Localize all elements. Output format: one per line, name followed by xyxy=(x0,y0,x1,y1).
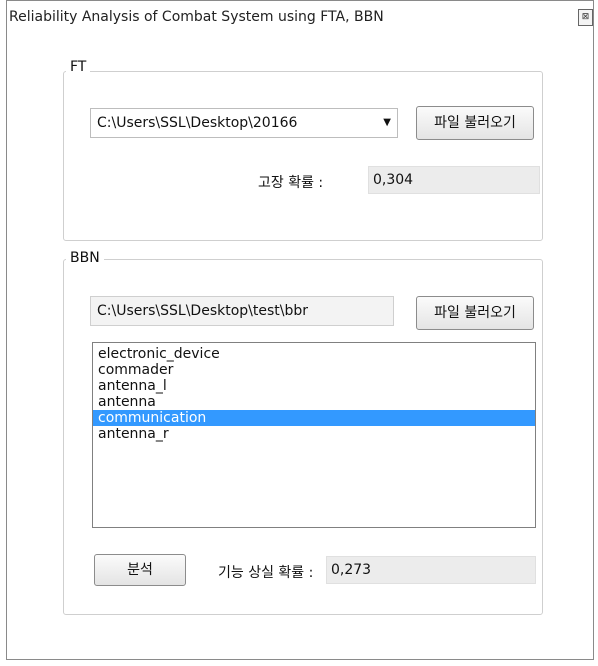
bbn-group: BBN C:\Users\SSL\Desktop\test\bbr 파일 불러오… xyxy=(63,250,543,615)
failure-probability-label: 고장 확률 : xyxy=(258,175,324,191)
list-item[interactable]: commader xyxy=(93,362,535,378)
list-item[interactable]: antenna_l xyxy=(93,378,535,394)
ft-group: FT C:\Users\SSL\Desktop\20166 ▼ 파일 불러오기 … xyxy=(63,59,543,241)
ft-load-file-button[interactable]: 파일 불러오기 xyxy=(416,106,534,140)
window-title: Reliability Analysis of Combat System us… xyxy=(9,9,384,25)
ft-group-label: FT xyxy=(66,59,91,75)
title-bar: Reliability Analysis of Combat System us… xyxy=(7,1,593,35)
failure-probability-value: 0,304 xyxy=(368,166,540,194)
ft-file-path-value: C:\Users\SSL\Desktop\20166 xyxy=(97,115,298,131)
bbn-load-file-button[interactable]: 파일 불러오기 xyxy=(416,296,534,330)
ft-file-path-dropdown[interactable]: C:\Users\SSL\Desktop\20166 ▼ xyxy=(90,108,398,138)
function-loss-probability-value: 0,273 xyxy=(326,556,536,584)
bbn-group-label: BBN xyxy=(66,250,104,266)
list-item[interactable]: antenna_r xyxy=(93,426,535,442)
list-item[interactable]: communication xyxy=(93,410,535,426)
bbn-node-list[interactable]: electronic_device commader antenna_l antenn… xyxy=(92,342,536,528)
app-window: Reliability Analysis of Combat System us… xyxy=(6,0,594,660)
analyze-button[interactable]: 분석 xyxy=(94,554,186,586)
close-icon[interactable]: ⊠ xyxy=(578,9,593,26)
list-item[interactable]: electronic_device xyxy=(93,346,535,362)
bbn-file-path-field[interactable]: C:\Users\SSL\Desktop\test\bbr xyxy=(90,296,394,326)
function-loss-probability-label: 기능 상실 확률 : xyxy=(218,565,314,581)
chevron-down-icon[interactable]: ▼ xyxy=(383,109,391,137)
list-item[interactable]: antenna xyxy=(93,394,535,410)
